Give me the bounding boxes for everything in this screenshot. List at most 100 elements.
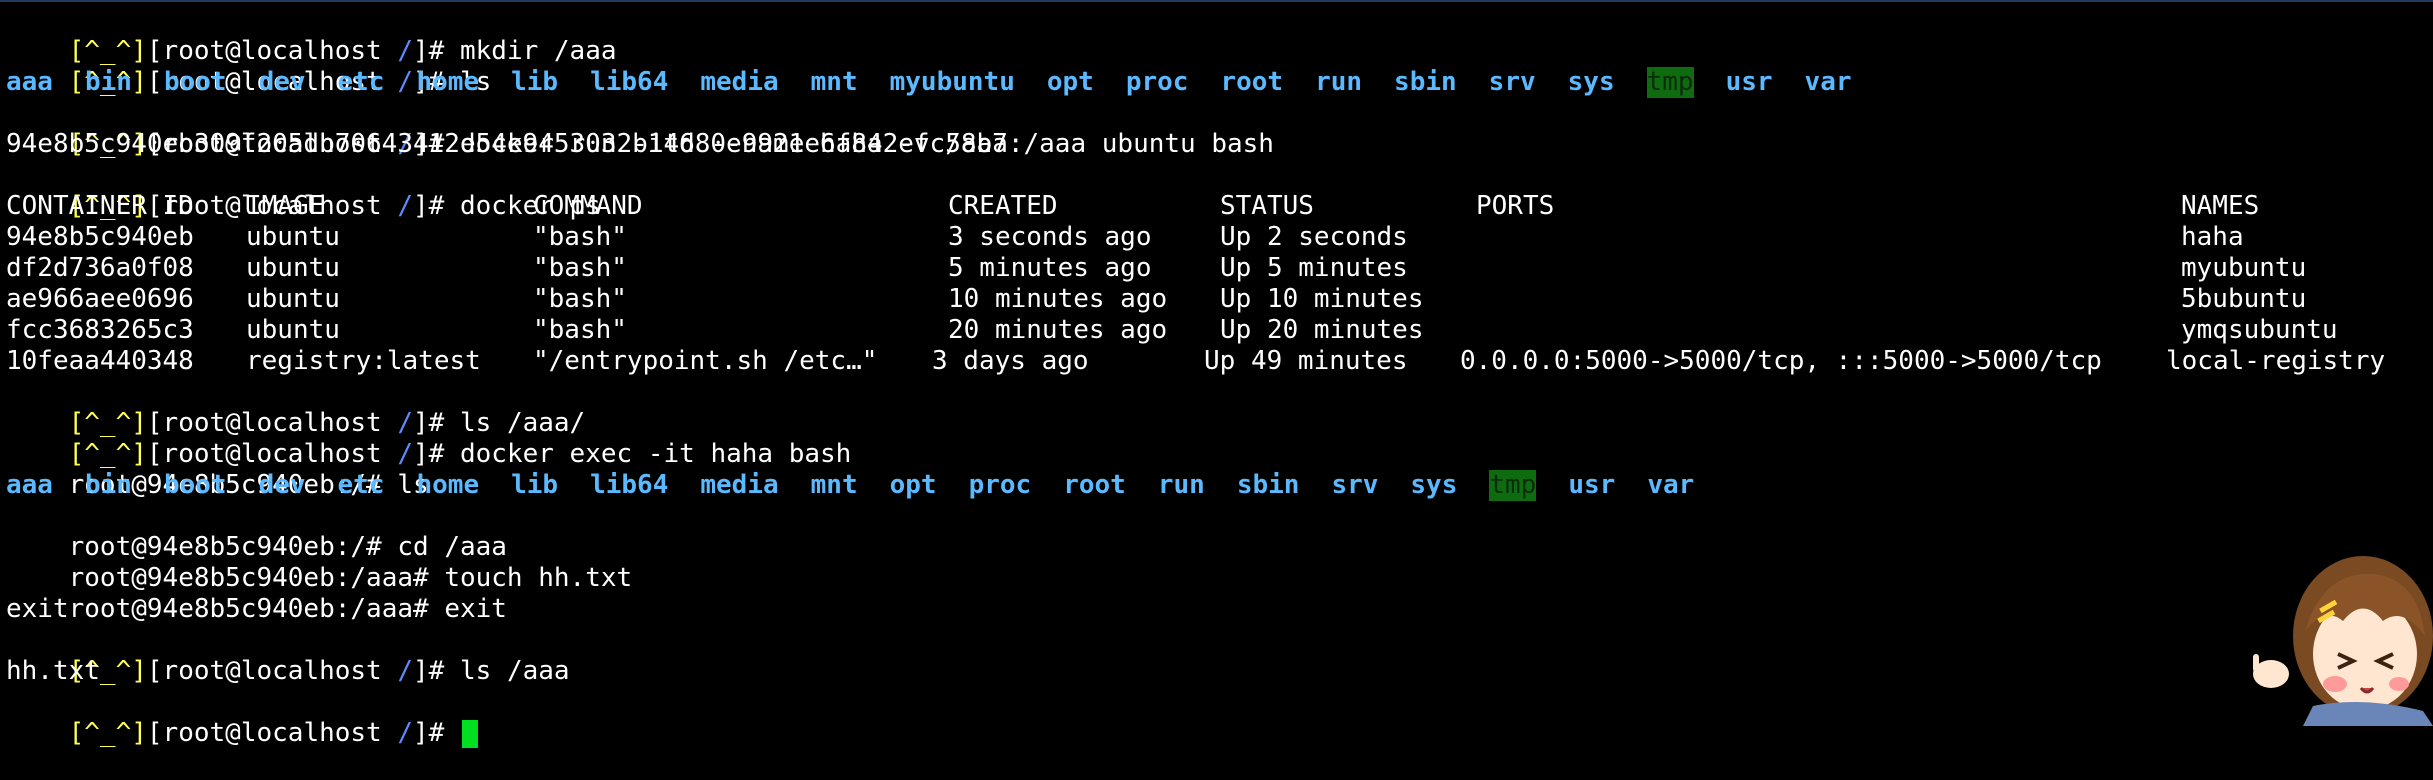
column-header: PORTS: [1476, 191, 1555, 221]
mascot-character-image: [2253, 556, 2433, 726]
container-id-cell: ae966aee0696: [6, 284, 194, 314]
directory-entry: etc: [337, 470, 385, 500]
directory-entry: lib: [511, 470, 559, 500]
directory-entry: root: [1063, 470, 1126, 500]
directory-entry: tmp: [1646, 67, 1694, 98]
column-header: COMMAND: [533, 191, 643, 221]
image-cell: ubuntu: [246, 315, 340, 345]
directory-entry: var: [1804, 67, 1852, 97]
prompt-host: [root@localhost: [146, 718, 398, 748]
container-id-output: 94e8b5c940eb309f205db70643412e54e9453032…: [6, 129, 1008, 159]
directory-entry: bin: [84, 470, 132, 500]
directory-entry: media: [700, 470, 779, 500]
table-row: 10feaa440348 registry:latest "/entrypoin…: [6, 346, 2426, 377]
terminal-line: [^_^][root@localhost /]# ls /aaa/: [6, 377, 586, 438]
directory-entry: aaa: [6, 67, 53, 97]
container-prompt: root@94e8b5c940eb:/aaa#: [68, 594, 445, 624]
table-row: df2d736a0f08 ubuntu "bash" 5 minutes ago…: [6, 253, 2426, 284]
status-cell: Up 49 minutes: [1204, 346, 1408, 376]
container-id-cell: 10feaa440348: [6, 346, 194, 376]
command-cell: "bash": [533, 284, 627, 314]
directory-listing: aaa bin boot dev etc home lib lib64 media mnt myub…: [6, 67, 1884, 98]
column-header: NAMES: [2181, 191, 2260, 221]
created-cell: 10 minutes ago: [948, 284, 1168, 314]
text-cursor[interactable]: [461, 719, 478, 748]
directory-entry: proc: [968, 470, 1032, 500]
docker-ps-header: CONTAINER ID IMAGE COMMAND CREATED STATU…: [6, 191, 2426, 222]
active-prompt-line[interactable]: [^_^][root@localhost /]#: [6, 687, 478, 748]
column-header: STATUS: [1220, 191, 1314, 221]
directory-entry: lib: [511, 67, 559, 97]
prompt-end: ]#: [413, 718, 460, 748]
terminal-line: [^_^][root@localhost /]# mkdir /aaa: [6, 5, 617, 66]
directory-entry: aaa: [6, 470, 53, 500]
names-cell: ymqsubuntu: [2181, 315, 2338, 345]
prompt-face: [^_^]: [68, 718, 147, 748]
table-row: ae966aee0696 ubuntu "bash" 10 minutes ag…: [6, 284, 2426, 315]
image-cell: ubuntu: [246, 253, 340, 283]
directory-entry: etc: [337, 67, 385, 97]
names-cell: 5bubuntu: [2181, 284, 2307, 314]
directory-entry: root: [1220, 67, 1284, 97]
prompt-cwd: /: [397, 718, 414, 748]
terminal-line: [^_^][root@localhost /]# docker ps: [6, 160, 601, 221]
container-id-cell: 94e8b5c940eb: [6, 222, 194, 252]
names-cell: myubuntu: [2181, 253, 2307, 283]
container-id-cell: fcc3683265c3: [6, 315, 194, 345]
directory-entry: run: [1157, 470, 1205, 500]
directory-entry: sys: [1410, 470, 1458, 500]
command-cell: "bash": [533, 315, 627, 345]
command-cell: "bash": [533, 222, 627, 252]
created-cell: 3 days ago: [932, 346, 1089, 376]
directory-entry: usr: [1568, 470, 1616, 500]
terminal-window[interactable]: [^_^][root@localhost /]# mkdir /aaa [^_^…: [0, 0, 2433, 748]
names-cell: local-registry: [2166, 346, 2386, 376]
directory-entry: tmp: [1489, 470, 1537, 501]
directory-entry: opt: [1046, 67, 1094, 97]
prompt-cwd: /: [397, 656, 414, 686]
directory-entry: bin: [84, 67, 132, 97]
column-header: CONTAINER ID: [6, 191, 194, 221]
command-text: ls /aaa: [459, 656, 570, 686]
command-cell: "/entrypoint.sh /etc…": [533, 346, 878, 376]
terminal-line: [^_^][root@localhost /]# ls: [6, 36, 492, 97]
directory-entry: opt: [889, 470, 937, 500]
directory-entry: lib64: [590, 67, 669, 97]
table-row: fcc3683265c3 ubuntu "bash" 20 minutes ag…: [6, 315, 2426, 346]
directory-entry: usr: [1725, 67, 1773, 97]
terminal-line: root@94e8b5c940eb:/# ls: [6, 439, 429, 500]
terminal-line: [^_^][root@localhost /]# docker run -itd…: [6, 98, 1274, 159]
terminal-line: root@94e8b5c940eb:/# cd /aaa: [6, 501, 507, 562]
directory-entry: srv: [1488, 67, 1536, 97]
directory-entry: run: [1315, 67, 1363, 97]
command-text: docker exec -it haha bash: [459, 439, 852, 469]
created-cell: 3 seconds ago: [948, 222, 1152, 252]
column-header: CREATED: [948, 191, 1058, 221]
directory-entry: sbin: [1394, 67, 1457, 97]
directory-listing: aaa bin boot dev etc home lib lib64 media mnt opt p…: [6, 470, 1726, 501]
ports-cell: 0.0.0.0:5000->5000/tcp, :::5000->5000/tc…: [1460, 346, 2102, 376]
directory-entry: home: [416, 67, 480, 97]
prompt-host: [root@localhost: [146, 656, 398, 686]
terminal-line: root@94e8b5c940eb:/aaa# touch hh.txt: [6, 532, 633, 593]
image-cell: ubuntu: [246, 222, 340, 252]
created-cell: 5 minutes ago: [948, 253, 1152, 283]
directory-entry: dev: [258, 67, 306, 97]
directory-entry: proc: [1125, 67, 1189, 97]
image-cell: registry:latest: [246, 346, 481, 376]
created-cell: 20 minutes ago: [948, 315, 1168, 345]
directory-entry: dev: [258, 470, 306, 500]
status-cell: Up 2 seconds: [1220, 222, 1408, 252]
directory-entry: var: [1647, 470, 1695, 500]
file-output: hh.txt: [6, 656, 100, 686]
table-row: 94e8b5c940eb ubuntu "bash" 3 seconds ago…: [6, 222, 2426, 253]
image-cell: ubuntu: [246, 284, 340, 314]
terminal-line: [^_^][root@localhost /]# ls /aaa: [6, 625, 570, 686]
directory-entry: mnt: [810, 470, 858, 500]
directory-entry: boot: [163, 67, 227, 97]
directory-entry: lib64: [590, 470, 669, 500]
directory-entry: sys: [1567, 67, 1615, 97]
directory-entry: boot: [163, 470, 227, 500]
directory-entry: mnt: [810, 67, 858, 97]
exit-output: exit: [6, 594, 69, 624]
